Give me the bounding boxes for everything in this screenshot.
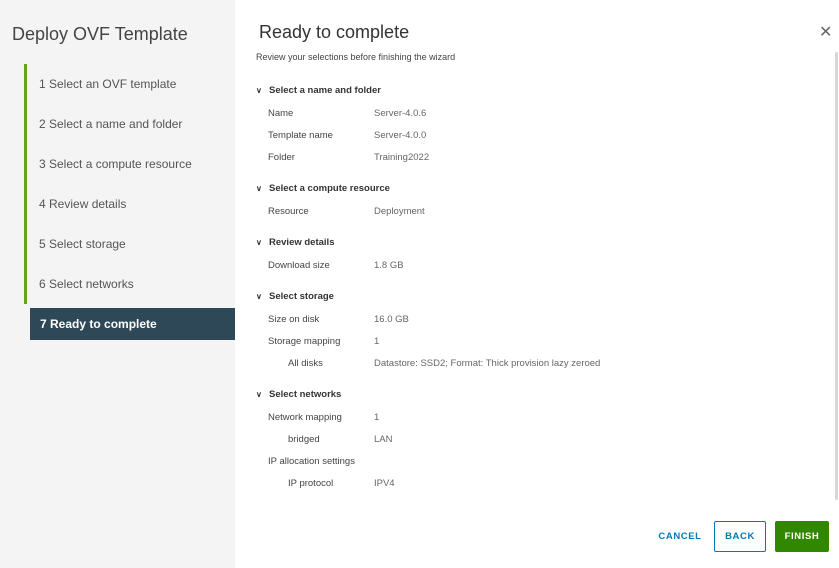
step-review-details[interactable]: 4 Review details <box>24 184 235 224</box>
row-label: Resource <box>268 205 309 217</box>
step-select-storage[interactable]: 5 Select storage <box>24 224 235 264</box>
row-value: 1.8 GB <box>374 259 404 271</box>
chevron-down-icon: ∨ <box>256 237 262 247</box>
row-label: Template name <box>268 129 333 141</box>
step-select-compute-resource[interactable]: 3 Select a compute resource <box>24 144 235 184</box>
summary-scroll-area[interactable]: ∨ Select a name and folder Name Server-4… <box>256 78 836 502</box>
row-value: Datastore: SSD2; Format: Thick provision… <box>374 357 601 369</box>
section-storage-header[interactable]: ∨ Select storage <box>256 284 836 308</box>
row-value: Server-4.0.6 <box>374 107 427 119</box>
row-label: bridged <box>288 433 320 445</box>
section-review-header[interactable]: ∨ Review details <box>256 230 836 254</box>
summary-row-download-size: Download size 1.8 GB <box>256 254 836 276</box>
step-ready-to-complete[interactable]: 7 Ready to complete <box>30 308 235 340</box>
cancel-button[interactable]: CANCEL <box>655 521 705 552</box>
chevron-down-icon: ∨ <box>256 183 262 193</box>
page-title: Ready to complete <box>259 22 410 42</box>
section-heading: Select networks <box>269 388 342 400</box>
row-value: Training2022 <box>374 151 430 163</box>
summary-row-template-name: Template name Server-4.0.0 <box>256 124 836 146</box>
summary-row-network-mapping: Network mapping 1 <box>256 406 836 428</box>
wizard-title: Deploy OVF Template <box>12 24 188 44</box>
row-label: IP allocation settings <box>268 455 355 467</box>
section-heading: Review details <box>269 236 335 248</box>
row-label: Size on disk <box>268 313 320 325</box>
section-name-folder-header[interactable]: ∨ Select a name and folder <box>256 78 836 102</box>
finish-button[interactable]: FINISH <box>775 521 829 552</box>
summary-row-size-on-disk: Size on disk 16.0 GB <box>256 308 836 330</box>
row-value: LAN <box>374 433 393 445</box>
section-networks-header[interactable]: ∨ Select networks <box>256 382 836 406</box>
section-heading: Select a compute resource <box>269 182 390 194</box>
chevron-down-icon: ∨ <box>256 85 262 95</box>
row-label: IP protocol <box>288 477 334 489</box>
summary-row-bridged: bridged LAN <box>256 428 836 450</box>
summary-row-ip-protocol: IP protocol IPV4 <box>256 472 836 494</box>
row-label: Storage mapping <box>268 335 341 347</box>
scrollbar[interactable] <box>835 52 838 500</box>
row-label: Network mapping <box>268 411 342 423</box>
row-label: Name <box>268 107 294 119</box>
chevron-down-icon: ∨ <box>256 291 262 301</box>
row-label: Download size <box>268 259 330 271</box>
row-value: 1 <box>374 411 380 423</box>
row-value: IPV4 <box>374 477 395 489</box>
summary-row-folder: Folder Training2022 <box>256 146 836 168</box>
row-value: Deployment <box>374 205 425 217</box>
page-subtitle: Review your selections before finishing … <box>256 52 456 62</box>
section-heading: Select a name and folder <box>269 84 381 96</box>
back-button[interactable]: BACK <box>714 521 766 552</box>
step-select-name-folder[interactable]: 2 Select a name and folder <box>24 104 235 144</box>
summary-row-name: Name Server-4.0.6 <box>256 102 836 124</box>
section-heading: Select storage <box>269 290 334 302</box>
summary-row-ip-allocation: IP allocation settings <box>256 450 836 472</box>
wizard-content: Ready to complete ✕ Review your selectio… <box>235 0 839 568</box>
row-value: 16.0 GB <box>374 313 409 325</box>
summary-row-storage-mapping: Storage mapping 1 <box>256 330 836 352</box>
step-select-networks[interactable]: 6 Select networks <box>24 264 235 304</box>
wizard-sidebar: Deploy OVF Template 1 Select an OVF temp… <box>0 0 235 568</box>
close-icon[interactable]: ✕ <box>819 22 832 42</box>
section-compute-header[interactable]: ∨ Select a compute resource <box>256 176 836 200</box>
summary-row-resource: Resource Deployment <box>256 200 836 222</box>
wizard-steps: 1 Select an OVF template 2 Select a name… <box>24 64 235 340</box>
chevron-down-icon: ∨ <box>256 389 262 399</box>
row-label: All disks <box>288 357 323 369</box>
summary-row-all-disks: All disks Datastore: SSD2; Format: Thick… <box>256 352 836 374</box>
row-label: Folder <box>268 151 295 163</box>
row-value: 1 <box>374 335 380 347</box>
step-select-ovf-template[interactable]: 1 Select an OVF template <box>24 64 235 104</box>
row-value: Server-4.0.0 <box>374 129 427 141</box>
